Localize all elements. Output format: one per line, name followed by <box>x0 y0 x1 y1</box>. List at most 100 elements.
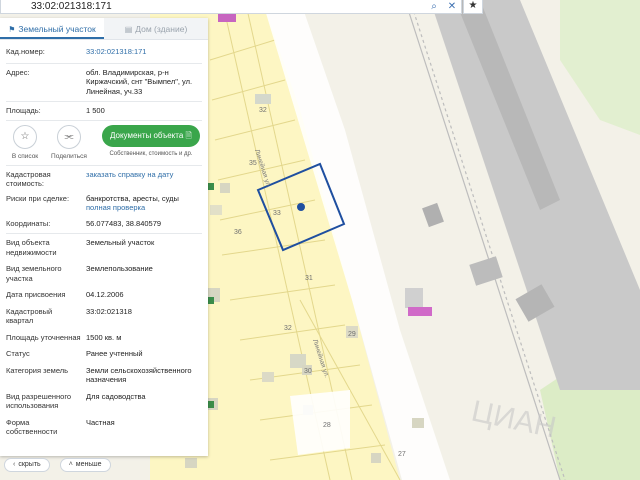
star-outline-icon: ☆ <box>13 124 37 149</box>
hide-panel-button[interactable]: ‹ скрыть <box>4 458 50 472</box>
tab-land-plot[interactable]: ⚑ Земельный участок <box>0 18 104 39</box>
document-icon: 🗎 <box>185 130 192 140</box>
documents-button[interactable]: Документы объекта 🗎 <box>102 124 200 147</box>
label-line: собственности <box>6 427 58 436</box>
area-value: 1 500 <box>86 106 105 115</box>
cadnum-value[interactable]: 33:02:021318:171 <box>86 47 202 57</box>
object-info-panel: ⚑ Земельный участок ▤ Дом (здание) Кад.ном… <box>0 18 208 456</box>
attribute-value: Для садоводства <box>86 392 202 411</box>
info-row-cadnum: Кад.номер: 33:02:021318:171 <box>0 47 208 57</box>
attribute-row: Вид разрешенного использования Для садовод… <box>0 392 208 411</box>
detail-label: Риски при сделке: <box>6 193 70 203</box>
attribute-value: Земли сельскохозяйственного назначения <box>86 366 202 385</box>
label-line: Дата присвоения <box>6 290 66 299</box>
address-line: Линейная, уч.33 <box>86 86 143 96</box>
selected-parcel-marker[interactable] <box>297 203 305 211</box>
detail-label: Кадастровая стоимость: <box>6 170 86 189</box>
tab-house[interactable]: ▤ Дом (здание) <box>104 18 208 39</box>
parcel-label: 31 <box>305 275 313 282</box>
building <box>185 458 197 468</box>
attributes-list: Вид объекта недвижимости Земельный участок… <box>0 238 208 444</box>
attribute-value: Земельный участок <box>86 238 202 257</box>
value-line: Для садоводства <box>86 391 146 401</box>
attribute-label: Категория земель <box>6 366 86 385</box>
chevron-left-icon: ‹ <box>13 461 16 468</box>
search-icon[interactable]: ⌕ <box>425 1 443 13</box>
hide-label: скрыть <box>18 461 41 468</box>
building-highlight <box>408 307 432 316</box>
attribute-label: Площадь уточненная <box>6 333 86 343</box>
map-marker <box>208 183 214 190</box>
risks-value: банкротства, аресты, суды полная проверк… <box>86 194 202 213</box>
bottom-controls: ‹ скрыть ˄ меньше <box>0 458 111 474</box>
attribute-value: 04.12.2006 <box>86 290 202 300</box>
order-certificate-link[interactable]: заказать справку на дату <box>86 170 202 189</box>
detail-row-risks: Риски при сделке: банкротства, аресты, с… <box>0 194 208 213</box>
value-line: Землепользование <box>86 264 153 273</box>
share-label: Поделиться <box>51 152 87 160</box>
parcel-label: 35 <box>249 160 257 167</box>
share-button[interactable]: ⫘ Поделиться <box>50 124 88 160</box>
close-icon[interactable]: ✕ <box>443 1 461 13</box>
parcel-label: 28 <box>323 422 331 429</box>
attribute-value: 1500 кв. м <box>86 333 202 343</box>
empty-parcel <box>290 390 350 455</box>
attribute-value: Частная <box>86 418 202 437</box>
value-line: 1500 кв. м <box>86 332 122 342</box>
documents-button-label: Документы объекта <box>110 130 184 140</box>
attribute-row: Дата присвоения 04.12.2006 <box>0 290 208 300</box>
action-bar: ☆ В список ⫘ Поделиться Документы объект… <box>0 121 208 165</box>
info-label: Адрес: <box>6 67 30 77</box>
label-line: Площадь уточненная <box>6 332 81 342</box>
label-line: участка <box>6 273 33 283</box>
address-line: Киржачский, снт "Вымпел", ул. <box>86 77 193 86</box>
search-input[interactable]: 33:02:021318:171 <box>1 1 425 13</box>
value-line: Ранее учтенный <box>86 349 143 358</box>
search-bar[interactable]: 33:02:021318:171 ⌕ ✕ <box>0 0 462 14</box>
coords-value: 56.077483, 38.840579 <box>86 218 162 228</box>
building <box>405 288 423 308</box>
value-line: 04.12.2006 <box>86 290 124 299</box>
add-to-list-button[interactable]: ☆ В список <box>6 124 44 160</box>
building <box>412 418 424 428</box>
building <box>262 372 274 382</box>
value-line: 33:02:021318 <box>86 306 132 316</box>
tab-label: Дом (здание) <box>135 24 188 34</box>
label-line: Кадастровый <box>6 306 53 316</box>
label-line: Категория земель <box>6 365 69 375</box>
attribute-row: Форма собственности Частная <box>0 418 208 437</box>
attribute-row: Вид земельного участка Землепользование <box>0 264 208 283</box>
less-label: меньше <box>75 461 102 468</box>
building <box>220 183 230 193</box>
chevron-up-icon: ˄ <box>68 461 73 468</box>
value-line: назначения <box>86 375 127 384</box>
map-marker <box>208 297 214 304</box>
value-line: Земельный участок <box>86 238 155 247</box>
full-check-link[interactable]: полная проверка <box>86 203 202 213</box>
building <box>255 94 271 104</box>
tab-label: Земельный участок <box>18 24 96 34</box>
info-label: Площадь: <box>6 106 41 115</box>
label-line: недвижимости <box>6 247 57 257</box>
attribute-row: Категория земель Земли сельскохозяйственн… <box>0 366 208 385</box>
collapse-button[interactable]: ˄ меньше <box>59 458 111 472</box>
address-line: обл. Владимирская, р-н <box>86 67 169 77</box>
attribute-row: Статус Ранее учтенный <box>0 349 208 359</box>
panel-tabs: ⚑ Земельный участок ▤ Дом (здание) <box>0 18 208 40</box>
star-icon[interactable]: ★ <box>463 0 483 14</box>
map-marker <box>208 401 214 408</box>
documents-subtitle: Собственник, стоимость и др. <box>109 150 193 157</box>
add-to-list-label: В список <box>11 152 39 160</box>
label-line: Вид земельного <box>6 264 62 273</box>
parcel-label: 32 <box>259 107 267 114</box>
documents-block: Документы объекта 🗎 Собственник, стоимос… <box>102 124 200 157</box>
parcel-label: 33 <box>273 210 281 217</box>
parcel-label: 30 <box>304 368 312 375</box>
label-line: использования <box>6 401 59 410</box>
label-line: Вид объекта <box>6 238 50 247</box>
attribute-label: Вид земельного участка <box>6 264 86 283</box>
detail-label: Координаты: <box>6 218 51 228</box>
detail-row-coords: Координаты: 56.077483, 38.840579 <box>0 219 208 229</box>
label-line: Статус <box>6 349 30 358</box>
label-line: Кадастровая <box>6 169 51 179</box>
